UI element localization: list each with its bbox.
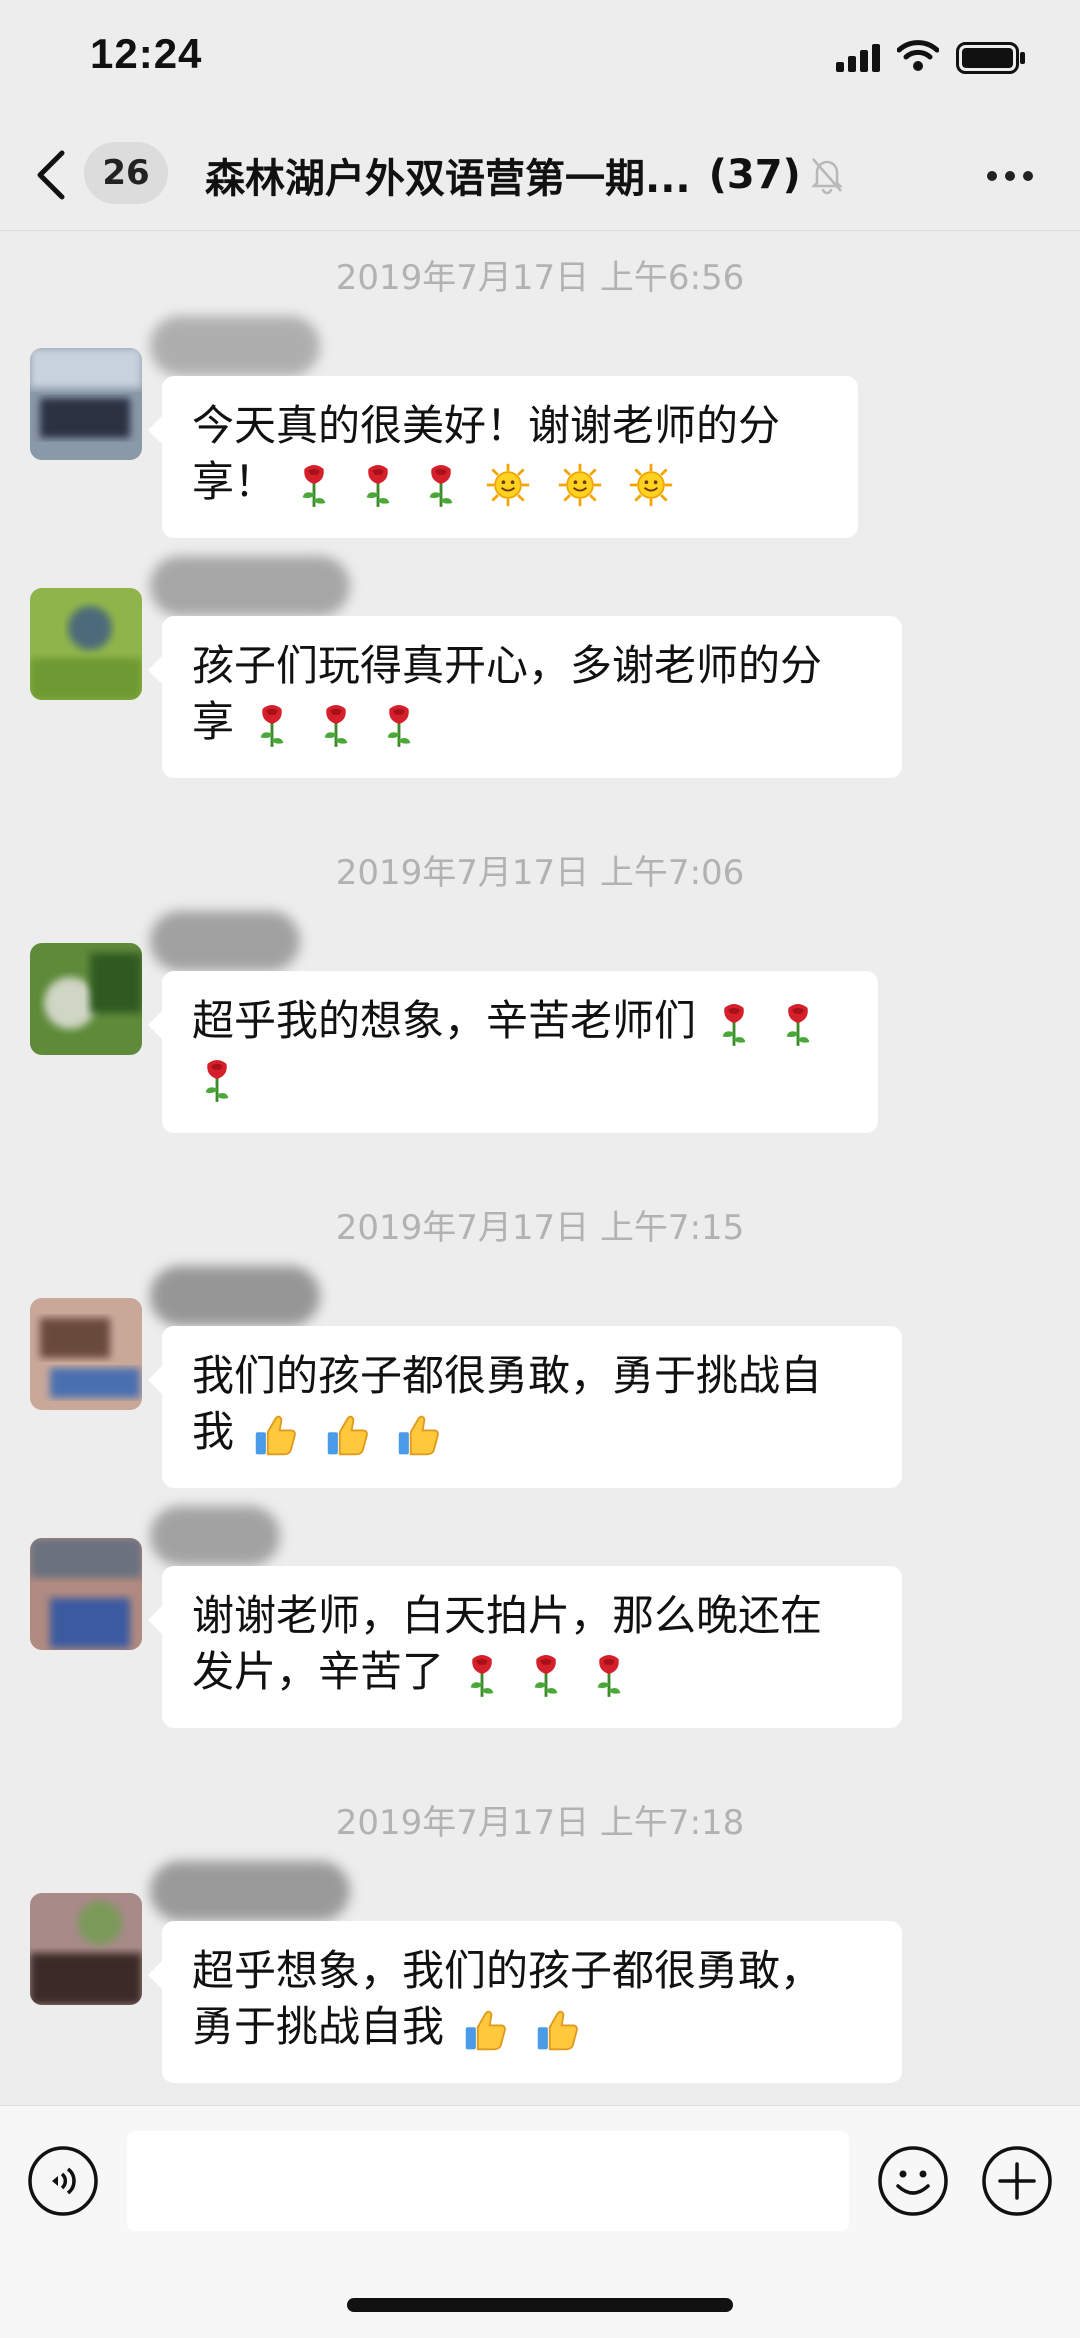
message-bubble[interactable]: 超乎想象，我们的孩子都很勇敢， 勇于挑战自我: [148, 1921, 902, 2083]
message-bubble[interactable]: 我们的孩子都很勇敢，勇于挑战自 我: [148, 1326, 902, 1488]
rose-icon: [590, 1651, 628, 1699]
blurred-nickname: [150, 1506, 280, 1566]
chevron-left-icon: [37, 150, 65, 200]
message-text: 享！: [192, 457, 277, 506]
rose-icon: [198, 1056, 236, 1104]
rose-icon: [317, 701, 355, 749]
blurred-nickname: [150, 911, 300, 971]
avatar[interactable]: [30, 588, 142, 700]
sun-icon: [485, 462, 531, 508]
rose-icon: [359, 461, 397, 509]
avatar[interactable]: [30, 943, 142, 1055]
blurred-nickname: [150, 1861, 350, 1921]
message-input[interactable]: [127, 2131, 849, 2231]
sun-icon: [557, 462, 603, 508]
message-text: 超乎我的想象，辛苦老师们: [192, 996, 697, 1045]
message-text: 我们的孩子都很勇敢，勇于挑战自: [192, 1351, 823, 1400]
rose-icon: [253, 701, 291, 749]
thumbs-up-icon: [396, 1412, 442, 1458]
avatar[interactable]: [30, 1893, 142, 2005]
dot-icon: [1005, 171, 1015, 181]
rose-icon: [380, 701, 418, 749]
avatar[interactable]: [30, 1298, 142, 1410]
blurred-nickname: [150, 556, 350, 616]
thumbs-up-icon: [325, 1412, 371, 1458]
message-text: 今天真的很美好！谢谢老师的分: [192, 401, 781, 450]
dot-icon: [987, 171, 997, 181]
rose-icon: [295, 461, 333, 509]
mute-bell-icon: [810, 158, 843, 195]
message-bubble[interactable]: 谢谢老师，白天拍片，那么晚还在 发片，辛苦了: [148, 1566, 902, 1728]
rose-icon: [422, 461, 460, 509]
rose-icon: [527, 1651, 565, 1699]
thumbs-up-icon: [535, 2007, 581, 2053]
message-bubble[interactable]: 孩子们玩得真开心，多谢老师的分 享: [148, 616, 902, 778]
back-button[interactable]: [34, 140, 68, 210]
blurred-nickname: [150, 1266, 320, 1326]
message-text: 孩子们玩得真开心，多谢老师的分: [192, 641, 823, 690]
wifi-icon: [897, 40, 939, 71]
emoji-button[interactable]: [876, 2144, 950, 2218]
timestamp: 2019年7月17日 上午7:06: [335, 853, 745, 893]
message-text: 勇于挑战自我: [192, 2002, 445, 2051]
sun-icon: [628, 462, 674, 508]
member-count: (37): [708, 152, 801, 198]
message-text: 谢谢老师，白天拍片，那么晚还在: [192, 1591, 823, 1640]
battery-icon: [956, 42, 1025, 74]
message-text: 超乎想象，我们的孩子都很勇敢，: [192, 1946, 823, 1995]
group-name: 森林湖户外双语营第一期...: [205, 156, 691, 202]
timestamp: 2019年7月17日 上午6:56: [335, 258, 745, 298]
signal-icon: [836, 44, 880, 72]
unread-count-badge[interactable]: 26: [84, 142, 168, 204]
message-text: 发片，辛苦了: [192, 1647, 445, 1696]
more-actions-button[interactable]: [980, 2144, 1054, 2218]
chat-header: 26 森林湖户外双语营第一期... (37): [0, 120, 1080, 231]
blurred-nickname: [150, 316, 320, 376]
more-options-button[interactable]: [975, 148, 1045, 204]
rose-icon: [779, 1000, 817, 1048]
home-indicator[interactable]: [347, 2298, 733, 2312]
status-time: 12:24: [90, 30, 203, 77]
avatar[interactable]: [30, 348, 142, 460]
status-bar: 12:24: [0, 0, 1080, 120]
chat-title[interactable]: 森林湖户外双语营第一期... (37): [205, 146, 875, 204]
voice-input-button[interactable]: [26, 2144, 100, 2218]
timestamp: 2019年7月17日 上午7:18: [335, 1803, 745, 1843]
avatar[interactable]: [30, 1538, 142, 1650]
timestamp: 2019年7月17日 上午7:15: [335, 1208, 745, 1248]
rose-icon: [463, 1651, 501, 1699]
message-text: 我: [192, 1407, 235, 1456]
dot-icon: [1023, 171, 1033, 181]
thumbs-up-icon: [253, 1412, 299, 1458]
thumbs-up-icon: [463, 2007, 509, 2053]
message-bubble[interactable]: 今天真的很美好！谢谢老师的分 享！: [148, 376, 858, 538]
rose-icon: [715, 1000, 753, 1048]
message-text: 享: [192, 697, 235, 746]
message-bubble[interactable]: 超乎我的想象，辛苦老师们: [148, 971, 878, 1133]
